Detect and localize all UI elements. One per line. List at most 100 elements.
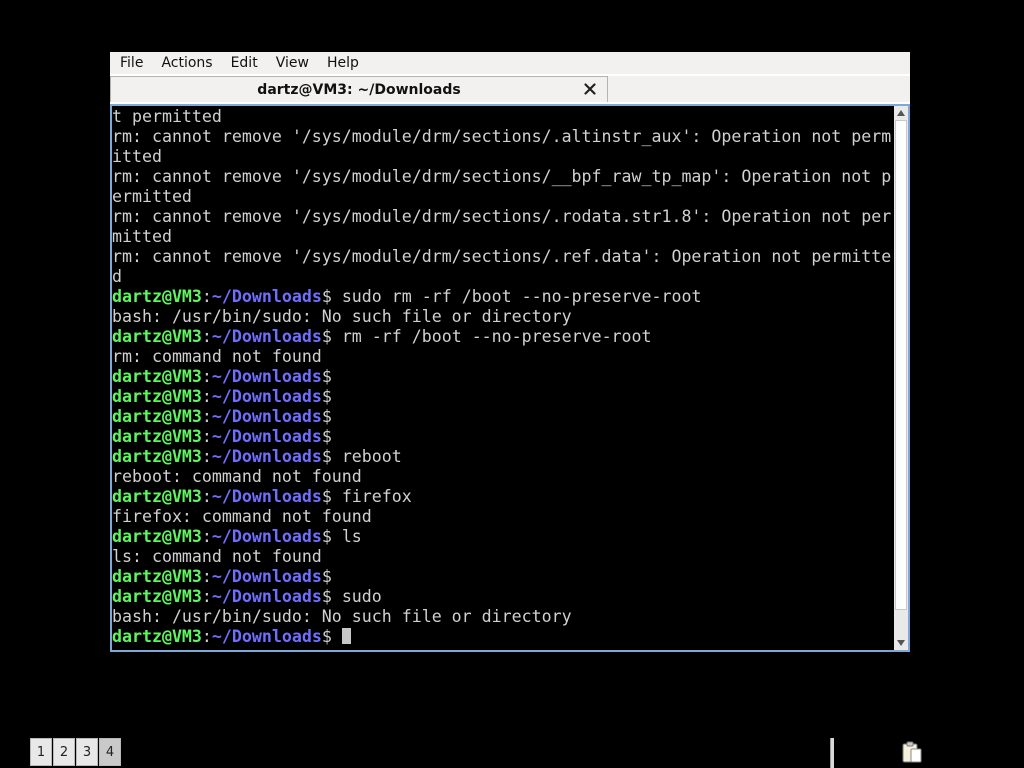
terminal-prompt-line: dartz@VM3:~/Downloads$ sudo	[112, 587, 894, 607]
tab-terminal[interactable]: dartz@VM3: ~/Downloads	[110, 76, 608, 102]
prompt-path: ~/Downloads	[211, 367, 322, 386]
prompt-symbol: $	[321, 627, 332, 646]
prompt-colon: :	[201, 387, 212, 406]
scrollbar-thumb[interactable]	[895, 120, 907, 610]
terminal-output-line: ls: command not found	[112, 547, 322, 566]
terminal-output-line: rm: cannot remove '/sys/module/drm/secti…	[112, 127, 892, 146]
desktop-1-button[interactable]: 1	[30, 738, 52, 766]
prompt-path: ~/Downloads	[211, 587, 322, 606]
prompt-symbol: $	[321, 327, 332, 346]
terminal-output-line: rm: cannot remove '/sys/module/drm/secti…	[112, 167, 892, 186]
prompt-colon: :	[201, 587, 212, 606]
terminal-prompt-line: dartz@VM3:~/Downloads$	[112, 407, 894, 427]
prompt-user: dartz@VM3	[112, 567, 202, 586]
prompt-symbol: $	[321, 407, 332, 426]
terminal-output-line: firefox: command not found	[112, 507, 372, 526]
terminal-prompt-line: dartz@VM3:~/Downloads$	[112, 427, 894, 447]
text-cursor	[341, 628, 351, 644]
prompt-user: dartz@VM3	[112, 407, 202, 426]
prompt-user: dartz@VM3	[112, 587, 202, 606]
terminal-prompt-line: dartz@VM3:~/Downloads$ reboot	[112, 447, 894, 467]
terminal-output-line: d	[112, 267, 122, 286]
prompt-colon: :	[201, 567, 212, 586]
prompt-symbol: $	[321, 387, 332, 406]
prompt-command: reboot	[331, 447, 402, 466]
prompt-user: dartz@VM3	[112, 287, 202, 306]
prompt-path: ~/Downloads	[211, 287, 322, 306]
prompt-symbol: $	[321, 287, 332, 306]
prompt-user: dartz@VM3	[112, 627, 202, 646]
prompt-user: dartz@VM3	[112, 527, 202, 546]
prompt-colon: :	[201, 527, 212, 546]
scroll-up-arrow-icon[interactable]	[894, 106, 908, 120]
menu-view[interactable]: View	[266, 52, 317, 74]
prompt-user: dartz@VM3	[112, 447, 202, 466]
prompt-colon: :	[201, 327, 212, 346]
terminal-window: File Actions Edit View Help dartz@VM3: ~…	[110, 52, 910, 652]
clipboard-icon[interactable]	[900, 740, 922, 764]
menu-file[interactable]: File	[110, 52, 151, 74]
prompt-path: ~/Downloads	[211, 327, 322, 346]
terminal-prompt-line: dartz@VM3:~/Downloads$ sudo rm -rf /boot…	[112, 287, 894, 307]
desktop-2-button[interactable]: 2	[53, 738, 75, 766]
tray-separator	[830, 738, 834, 768]
prompt-command: sudo rm -rf /boot --no-preserve-root	[331, 287, 702, 306]
prompt-path: ~/Downloads	[211, 387, 322, 406]
prompt-colon: :	[201, 447, 212, 466]
menu-actions[interactable]: Actions	[151, 52, 220, 74]
prompt-command: rm -rf /boot --no-preserve-root	[331, 327, 652, 346]
menu-help[interactable]: Help	[317, 52, 367, 74]
terminal-output-line: bash: /usr/bin/sudo: No such file or dir…	[112, 307, 572, 326]
prompt-user: dartz@VM3	[112, 387, 202, 406]
prompt-path: ~/Downloads	[211, 527, 322, 546]
prompt-colon: :	[201, 367, 212, 386]
prompt-user: dartz@VM3	[112, 427, 202, 446]
prompt-colon: :	[201, 407, 212, 426]
prompt-user: dartz@VM3	[112, 327, 202, 346]
terminal-output-line: ermitted	[112, 187, 192, 206]
tab-bar: dartz@VM3: ~/Downloads	[110, 76, 910, 102]
menubar: File Actions Edit View Help	[110, 52, 910, 74]
prompt-command: sudo	[331, 587, 382, 606]
tab-title: dartz@VM3: ~/Downloads	[257, 81, 461, 98]
terminal-prompt-line: dartz@VM3:~/Downloads$	[112, 567, 894, 587]
terminal-prompt-line: dartz@VM3:~/Downloads$	[112, 367, 894, 387]
terminal-output-line: mitted	[112, 227, 172, 246]
terminal-output-line: itted	[112, 147, 162, 166]
prompt-path: ~/Downloads	[211, 487, 322, 506]
terminal-prompt-line: dartz@VM3:~/Downloads$	[112, 627, 894, 647]
prompt-symbol: $	[321, 367, 332, 386]
prompt-symbol: $	[321, 447, 332, 466]
desktop-pager: 1 2 3 4	[30, 738, 122, 768]
menu-edit[interactable]: Edit	[221, 52, 266, 74]
close-icon[interactable]	[581, 80, 599, 98]
terminal-prompt-line: dartz@VM3:~/Downloads$ ls	[112, 527, 894, 547]
prompt-symbol: $	[321, 427, 332, 446]
terminal-output: t permitted rm: cannot remove '/sys/modul…	[112, 107, 894, 647]
prompt-colon: :	[201, 287, 212, 306]
terminal-prompt-line: dartz@VM3:~/Downloads$	[112, 387, 894, 407]
desktop-4-button[interactable]: 4	[99, 738, 121, 766]
prompt-command: ls	[331, 527, 362, 546]
terminal-view[interactable]: t permitted rm: cannot remove '/sys/modul…	[110, 104, 910, 652]
prompt-user: dartz@VM3	[112, 367, 202, 386]
prompt-path: ~/Downloads	[211, 567, 322, 586]
vertical-scrollbar[interactable]	[894, 106, 908, 650]
prompt-symbol: $	[321, 527, 332, 546]
desktop-3-button[interactable]: 3	[76, 738, 98, 766]
terminal-output-line: rm: cannot remove '/sys/module/drm/secti…	[112, 247, 892, 266]
prompt-path: ~/Downloads	[211, 627, 322, 646]
terminal-output-line: bash: /usr/bin/sudo: No such file or dir…	[112, 607, 572, 626]
scroll-down-arrow-icon[interactable]	[894, 636, 908, 650]
prompt-path: ~/Downloads	[211, 447, 322, 466]
prompt-path: ~/Downloads	[211, 407, 322, 426]
prompt-path: ~/Downloads	[211, 427, 322, 446]
terminal-prompt-line: dartz@VM3:~/Downloads$ firefox	[112, 487, 894, 507]
prompt-command: firefox	[331, 487, 412, 506]
prompt-command	[332, 627, 342, 646]
prompt-symbol: $	[321, 487, 332, 506]
terminal-output-line: t permitted	[112, 107, 222, 126]
prompt-symbol: $	[321, 587, 332, 606]
terminal-output-line: rm: command not found	[112, 347, 322, 366]
prompt-colon: :	[201, 627, 212, 646]
